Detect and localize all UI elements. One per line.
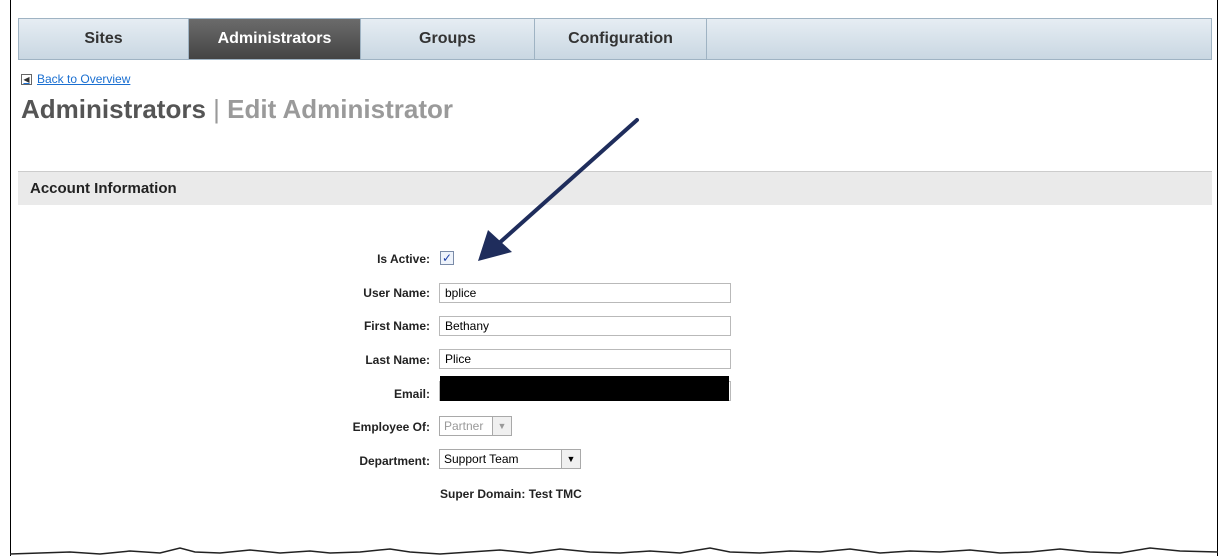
- annotation-arrow-icon: [478, 118, 639, 261]
- torn-edge: [10, 547, 1218, 555]
